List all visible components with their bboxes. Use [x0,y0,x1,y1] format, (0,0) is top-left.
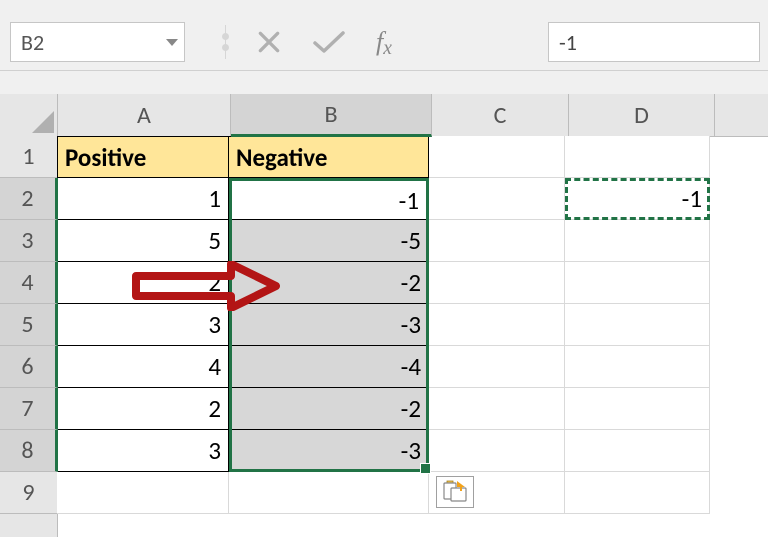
cell-D2[interactable]: -1 [565,178,710,220]
row-header-5[interactable]: 5 [0,304,58,346]
cell-C8[interactable] [429,430,565,472]
cell-C4[interactable] [429,262,565,304]
cancel-icon[interactable] [256,29,282,55]
cell-A3[interactable]: 5 [57,220,229,262]
row-header-7[interactable]: 7 [0,388,58,430]
column-header-A[interactable]: A [58,94,231,136]
cell-D6[interactable] [565,346,710,388]
cell-A4[interactable]: 2 [57,262,229,304]
check-icon[interactable] [312,29,346,55]
row-header-1[interactable]: 1 [0,136,57,178]
row-headers: 1 2 3 4 5 6 7 8 9 [0,136,58,537]
cell-D5[interactable] [565,304,710,346]
column-headers: A B C D [0,94,768,137]
cell-D3[interactable] [565,220,710,262]
cell-B3[interactable]: -5 [229,220,429,262]
paste-options-button[interactable] [436,476,474,508]
cell-A2[interactable]: 1 [57,178,229,220]
row-header-9[interactable]: 9 [0,472,57,514]
row-header-8[interactable]: 8 [0,430,58,472]
cell-A7[interactable]: 2 [57,388,229,430]
cell-C7[interactable] [429,388,565,430]
row-header-6[interactable]: 6 [0,346,58,388]
name-box[interactable]: B2 [10,22,185,62]
cell-B9[interactable] [229,472,429,514]
cell-C2[interactable] [429,178,565,220]
cell-D9[interactable] [565,472,710,514]
column-header-B[interactable]: B [231,94,432,137]
cell-D4[interactable] [565,262,710,304]
cell-B6[interactable]: -4 [229,346,429,388]
cell-C1[interactable] [429,136,565,178]
cell-B7[interactable]: -2 [229,388,429,430]
name-box-value: B2 [21,29,44,56]
fx-icon[interactable]: fx [376,27,392,57]
cell-B5[interactable]: -3 [229,304,429,346]
formula-bar-input[interactable]: -1 [548,22,760,62]
cell-A8[interactable]: 3 [57,430,229,472]
cell-A6[interactable]: 4 [57,346,229,388]
cell-D8[interactable] [565,430,710,472]
cell-B1[interactable]: Negative [229,136,429,178]
row-header-2[interactable]: 2 [0,178,58,220]
cell-A9[interactable] [57,472,229,514]
cells-area: Positive Negative 1 -1 -1 5 -5 2 -2 3 -3… [57,136,768,537]
row-header-4[interactable]: 4 [0,262,58,304]
select-all-triangle[interactable] [0,94,58,136]
formula-controls: fx [225,22,392,62]
column-header-D[interactable]: D [569,94,715,136]
formula-bar-value: -1 [559,29,577,56]
cell-A1[interactable]: Positive [57,136,229,178]
row-header-3[interactable]: 3 [0,220,58,262]
cell-D7[interactable] [565,388,710,430]
spreadsheet-grid: A B C D 1 2 3 4 5 6 7 8 9 Positive Negat… [0,94,768,537]
cell-C5[interactable] [429,304,565,346]
active-cell: -1 [232,181,426,219]
separator-icon [225,25,226,59]
cell-A5[interactable]: 3 [57,304,229,346]
cell-C3[interactable] [429,220,565,262]
chevron-down-icon[interactable] [166,39,178,46]
column-header-C[interactable]: C [432,94,569,136]
cell-C6[interactable] [429,346,565,388]
cell-B8[interactable]: -3 [229,430,429,472]
cell-D1[interactable] [565,136,710,178]
cell-B4[interactable]: -2 [229,262,429,304]
formula-bar-area: B2 fx -1 [0,10,768,71]
